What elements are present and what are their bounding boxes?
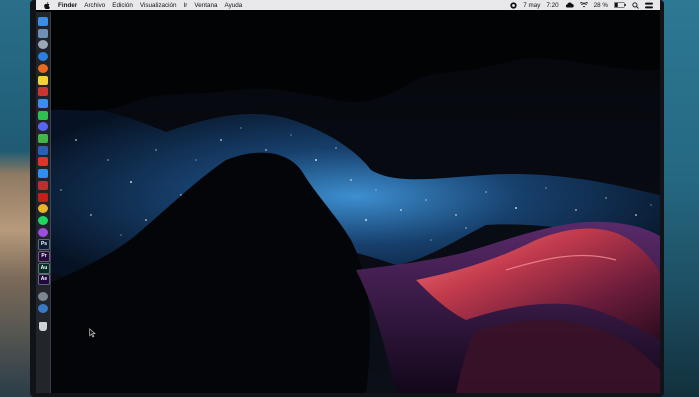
- app-store-icon[interactable]: [38, 169, 48, 179]
- photoshop-icon[interactable]: Ps: [38, 239, 50, 251]
- audition-label: Au: [40, 264, 48, 271]
- launchpad-icon[interactable]: [38, 40, 48, 50]
- battery-icon[interactable]: [614, 2, 626, 8]
- photoshop-label: Ps: [40, 241, 48, 248]
- filezilla-icon[interactable]: [38, 180, 48, 190]
- mail-icon[interactable]: [38, 157, 48, 167]
- messenger-icon[interactable]: [38, 98, 48, 108]
- premiere-label: Pr: [41, 253, 47, 259]
- notes-icon[interactable]: [38, 75, 48, 85]
- after-effects-icon[interactable]: Ae: [38, 274, 50, 286]
- wifi-icon[interactable]: [579, 2, 588, 8]
- cloud-icon[interactable]: [565, 2, 574, 8]
- menu-app-name[interactable]: Finder: [58, 2, 77, 9]
- chrome-icon[interactable]: [38, 204, 48, 214]
- spotify-icon[interactable]: [38, 215, 48, 225]
- menu-bar: Finder Archivo Edición Visualización Ir …: [36, 0, 660, 10]
- apple-logo-icon[interactable]: [43, 1, 50, 9]
- system-preferences-icon[interactable]: [38, 292, 48, 302]
- menu-archivo[interactable]: Archivo: [84, 2, 105, 9]
- wechat-icon[interactable]: [38, 134, 48, 143]
- menu-visualizacion[interactable]: Visualización: [140, 2, 177, 9]
- control-center-icon[interactable]: [645, 2, 653, 9]
- menubar-status-area: 7 may 7:20 28 %: [510, 2, 660, 9]
- premiere-icon[interactable]: Pr: [38, 251, 50, 262]
- photo-booth-icon[interactable]: [38, 87, 48, 97]
- menubar-time[interactable]: 7:20: [546, 2, 558, 9]
- downloads-icon[interactable]: [38, 303, 48, 313]
- finder-icon[interactable]: [38, 17, 48, 26]
- discord-icon[interactable]: [38, 122, 48, 132]
- word-icon[interactable]: [38, 145, 48, 155]
- trash-icon[interactable]: [39, 321, 47, 331]
- menu-ayuda[interactable]: Ayuda: [225, 2, 243, 9]
- after-effects-label: Ae: [40, 276, 48, 283]
- whatsapp-icon[interactable]: [38, 110, 48, 120]
- menu-ventana[interactable]: Ventana: [194, 2, 217, 9]
- audition-icon[interactable]: Au: [38, 262, 50, 274]
- menu-edicion[interactable]: Edición: [112, 2, 133, 9]
- firefox-icon[interactable]: [38, 63, 48, 73]
- battery-percent[interactable]: 28 %: [594, 2, 608, 9]
- mouse-pointer-icon: [89, 328, 96, 338]
- search-icon[interactable]: [632, 1, 639, 9]
- safari-icon[interactable]: [38, 52, 48, 62]
- podcasts-icon[interactable]: [38, 227, 48, 237]
- menubar-date[interactable]: 7 may: [523, 2, 540, 9]
- desktop-screen: Finder Archivo Edición Visualización Ir …: [36, 0, 660, 393]
- preview-icon[interactable]: [38, 28, 48, 38]
- dock: Ps Pr Au Ae: [36, 12, 51, 393]
- desktop-wallpaper: [36, 10, 660, 393]
- acrobat-icon[interactable]: [38, 192, 48, 202]
- menu-ir[interactable]: Ir: [184, 2, 188, 9]
- screen-record-icon[interactable]: [510, 1, 517, 9]
